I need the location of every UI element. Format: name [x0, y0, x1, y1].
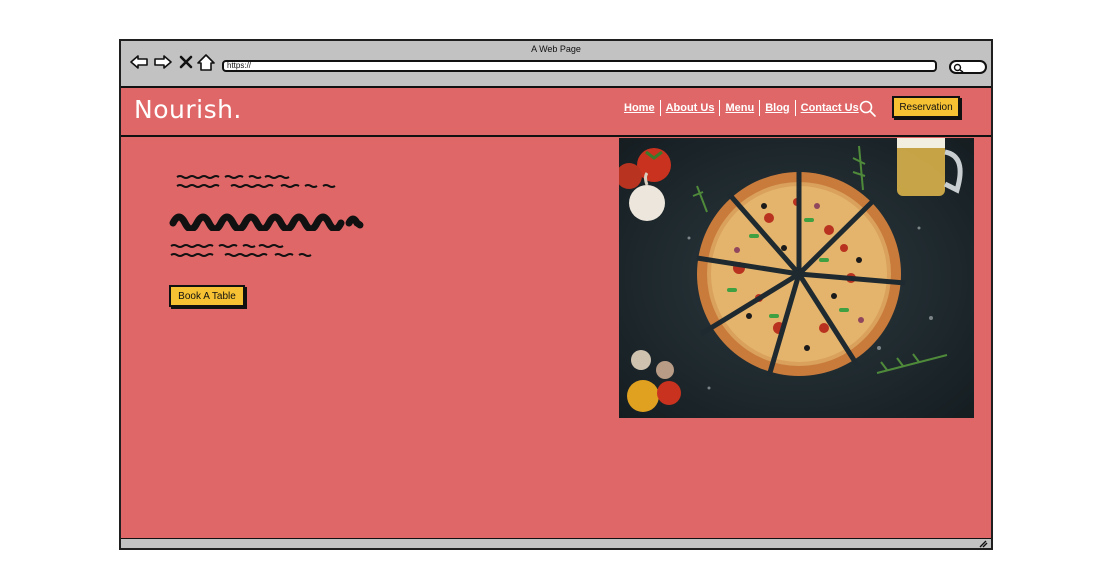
- site-search-icon[interactable]: [859, 100, 877, 123]
- home-icon[interactable]: [197, 54, 215, 71]
- nav-contact-us[interactable]: Contact Us: [796, 102, 864, 114]
- hero-pizza-image: [619, 138, 974, 418]
- nav-blog[interactable]: Blog: [760, 102, 794, 114]
- site-header: Nourish. Home About Us Menu Blog Contact…: [121, 88, 991, 137]
- forward-arrow-icon[interactable]: [154, 54, 172, 70]
- site-logo[interactable]: Nourish.: [134, 95, 242, 124]
- browser-search-field[interactable]: [949, 60, 987, 74]
- hero-kicker-scribble: [176, 175, 336, 188]
- reservation-button[interactable]: Reservation: [892, 96, 960, 118]
- back-arrow-icon[interactable]: [130, 54, 148, 70]
- nav-home[interactable]: Home: [619, 102, 660, 114]
- url-bar[interactable]: https://: [222, 60, 937, 72]
- hero-description-scribble: [170, 244, 312, 257]
- resize-grip-icon[interactable]: [978, 540, 988, 548]
- status-bar: [121, 538, 991, 548]
- hero-heading-scribble: [169, 213, 364, 231]
- nav-menu[interactable]: Menu: [720, 102, 759, 114]
- main-nav: Home About Us Menu Blog Contact Us: [619, 100, 864, 116]
- close-icon[interactable]: [179, 54, 197, 70]
- window-title: A Web Page: [531, 44, 581, 54]
- page-content: Nourish. Home About Us Menu Blog Contact…: [121, 86, 991, 540]
- nav-about-us[interactable]: About Us: [661, 102, 720, 114]
- search-icon: [953, 63, 964, 73]
- book-a-table-button[interactable]: Book A Table: [169, 285, 245, 307]
- browser-window: A Web Page https:// Nourish. Home About …: [119, 39, 993, 550]
